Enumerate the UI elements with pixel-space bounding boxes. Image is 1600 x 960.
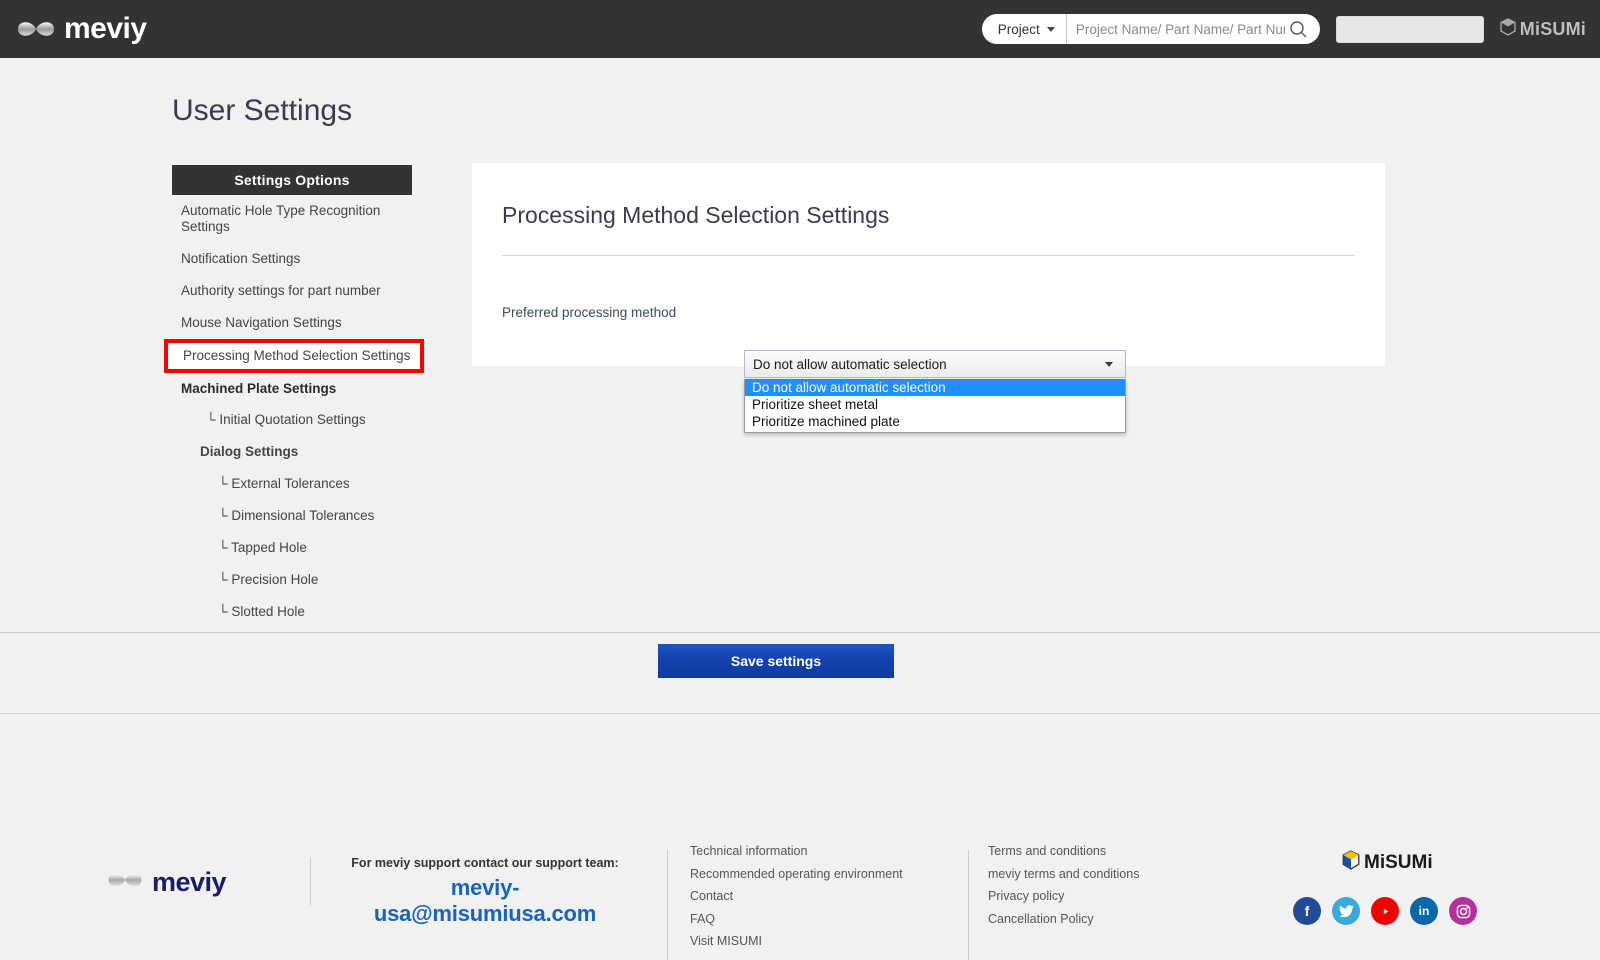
option-do-not-allow-automatic-selection[interactable]: Do not allow automatic selection <box>745 379 1125 396</box>
sidebar-item-tapped-hole[interactable]: └ Tapped Hole <box>172 532 412 564</box>
sidebar-item-notification-settings[interactable]: Notification Settings <box>172 243 412 275</box>
support-block: For meviy support contact our support te… <box>340 856 630 927</box>
footer-divider-2 <box>667 850 668 960</box>
infinity-logo-icon <box>103 866 147 899</box>
sidebar-item-dialog-settings[interactable]: Dialog Settings <box>172 436 412 468</box>
footer-link-terms-and-conditions[interactable]: Terms and conditions <box>988 844 1139 858</box>
settings-sidebar: Settings Options Automatic Hole Type Rec… <box>164 165 424 628</box>
sidebar-item-processing-method-selection-settings[interactable]: Processing Method Selection Settings <box>164 338 424 373</box>
footer-link-contact[interactable]: Contact <box>690 889 903 903</box>
chevron-down-icon <box>1046 26 1055 32</box>
footer-links-column-2: Terms and conditions meviy terms and con… <box>988 844 1139 934</box>
chevron-down-icon <box>1105 362 1113 367</box>
sidebar-item-slotted-hole[interactable]: └ Slotted Hole <box>172 596 412 628</box>
footer-link-meviy-terms-and-conditions[interactable]: meviy terms and conditions <box>988 867 1139 881</box>
misumi-logo-footer[interactable]: MiSUMi <box>1342 850 1433 875</box>
page-title: User Settings <box>172 94 353 127</box>
misumi-wordmark: MiSUMi <box>1519 18 1586 39</box>
search-icon[interactable] <box>1285 20 1320 39</box>
sidebar-item-mouse-navigation-settings[interactable]: Mouse Navigation Settings <box>172 307 412 339</box>
footer-links-column-1: Technical information Recommended operat… <box>690 844 903 957</box>
save-settings-button[interactable]: Save settings <box>658 644 894 678</box>
footer-link-faq[interactable]: FAQ <box>690 912 903 926</box>
footer-link-privacy-policy[interactable]: Privacy policy <box>988 889 1139 903</box>
infinity-logo-icon <box>12 14 60 44</box>
search-scope-selector[interactable]: Project <box>982 14 1067 44</box>
select-value: Do not allow automatic selection <box>753 356 947 372</box>
panel-title: Processing Method Selection Settings <box>502 202 890 228</box>
social-links: f in <box>1293 897 1477 925</box>
option-prioritize-sheet-metal[interactable]: Prioritize sheet metal <box>745 396 1125 413</box>
support-email-link[interactable]: meviy-usa@misumiusa.com <box>340 875 630 927</box>
misumi-logo-header[interactable]: MiSUMi <box>1500 17 1586 41</box>
top-header: meviy Project MiSUM <box>0 0 1600 58</box>
linkedin-glyph: in <box>1418 904 1430 918</box>
header-blank-field[interactable] <box>1335 15 1484 43</box>
panel-divider <box>502 255 1355 256</box>
global-search-bar[interactable]: Project <box>981 14 1320 44</box>
header-right-group: Project MiSUMi <box>981 14 1600 44</box>
footer-divider-1 <box>310 857 311 905</box>
footer-divider-3 <box>968 850 969 960</box>
facebook-glyph: f <box>1304 903 1310 919</box>
instagram-icon[interactable] <box>1449 897 1477 925</box>
support-text: For meviy support contact our support te… <box>351 856 619 870</box>
preferred-processing-method-options[interactable]: Do not allow automatic selection Priorit… <box>744 379 1126 433</box>
preferred-processing-method-select[interactable]: Do not allow automatic selection <box>744 350 1126 378</box>
misumi-wordmark-footer: MiSUMi <box>1364 851 1433 873</box>
option-prioritize-machined-plate[interactable]: Prioritize machined plate <box>745 413 1125 430</box>
sidebar-item-dimensional-tolerances[interactable]: └ Dimensional Tolerances <box>172 500 412 532</box>
youtube-icon[interactable] <box>1371 897 1399 925</box>
preferred-processing-method-label: Preferred processing method <box>502 305 677 320</box>
sidebar-item-automatic-hole-type-recognition-settings[interactable]: Automatic Hole Type Recognition Settings <box>172 195 412 243</box>
content-divider-top <box>0 632 1600 633</box>
misumi-cube-icon <box>1342 850 1360 875</box>
sidebar-item-external-tolerances[interactable]: └ External Tolerances <box>172 468 412 500</box>
sidebar-item-initial-quotation-settings[interactable]: └ Initial Quotation Settings <box>172 404 412 436</box>
twitter-icon[interactable] <box>1332 897 1360 925</box>
footer-link-cancellation-policy[interactable]: Cancellation Policy <box>988 912 1139 926</box>
sidebar-item-machined-plate-settings[interactable]: Machined Plate Settings <box>172 373 412 405</box>
footer-link-visit-misumi[interactable]: Visit MISUMI <box>690 934 903 948</box>
content-divider-bottom <box>0 713 1600 714</box>
page-footer: meviy For meviy support contact our supp… <box>0 772 1600 960</box>
misumi-cube-icon <box>1500 17 1516 41</box>
sidebar-heading: Settings Options <box>172 165 412 195</box>
footer-link-recommended-operating-environment[interactable]: Recommended operating environment <box>690 867 903 881</box>
sidebar-item-precision-hole[interactable]: └ Precision Hole <box>172 564 412 596</box>
meviy-wordmark-footer: meviy <box>152 867 227 897</box>
search-input[interactable] <box>1066 14 1285 44</box>
linkedin-icon[interactable]: in <box>1410 897 1438 925</box>
meviy-logo[interactable]: meviy <box>12 14 147 44</box>
search-scope-label: Project <box>997 21 1040 37</box>
settings-panel: Processing Method Selection Settings Pre… <box>472 163 1385 366</box>
facebook-icon[interactable]: f <box>1293 897 1321 925</box>
footer-link-technical-information[interactable]: Technical information <box>690 844 903 858</box>
meviy-wordmark: meviy <box>64 12 147 45</box>
meviy-logo-footer[interactable]: meviy <box>103 866 227 899</box>
sidebar-item-authority-settings-for-part-number[interactable]: Authority settings for part number <box>172 275 412 307</box>
